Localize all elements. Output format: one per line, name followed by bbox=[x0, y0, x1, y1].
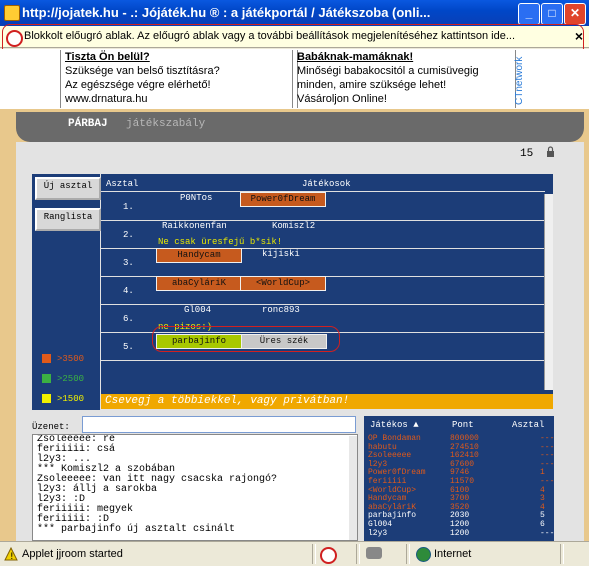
table-number: 3. bbox=[123, 258, 134, 268]
table-number: 1. bbox=[123, 202, 134, 212]
divider bbox=[560, 544, 564, 564]
legend-item: >2500 bbox=[42, 374, 84, 384]
window-title: http://jojatek.hu - .: Jójáték.hu ® : a … bbox=[22, 5, 431, 20]
table-number: 6. bbox=[123, 314, 134, 324]
status-bar: ! Applet jjroom started Internet bbox=[0, 541, 589, 566]
col-header-table: Asztal bbox=[106, 179, 139, 189]
ad-banner: Tiszta Ön belül? Szüksége van belső tisz… bbox=[0, 49, 589, 109]
player-seat[interactable]: P0NTos bbox=[180, 192, 212, 205]
ad-network-logo[interactable]: CTnetwork bbox=[512, 51, 526, 107]
popup-blocked-status-icon[interactable] bbox=[320, 547, 337, 564]
table-number: 4. bbox=[123, 286, 134, 296]
legend-swatch bbox=[42, 374, 51, 384]
room-counter: 15 bbox=[520, 148, 534, 160]
table-number: 2. bbox=[123, 230, 134, 240]
chat-log[interactable]: Zsoleeeee: re feriiiii: csá l2y3: ... *** K… bbox=[32, 434, 358, 541]
svg-text:!: ! bbox=[10, 552, 14, 561]
legend-label: >1500 bbox=[57, 394, 85, 404]
table-number: 5. bbox=[123, 342, 134, 352]
new-table-button[interactable]: Új asztal bbox=[35, 177, 101, 200]
message-label: Üzenet: bbox=[32, 422, 70, 432]
col-header-players-table[interactable]: Asztal bbox=[512, 420, 544, 430]
player-seat[interactable]: <WorldCup> bbox=[240, 276, 326, 291]
close-window-button[interactable]: ✕ bbox=[564, 3, 586, 25]
lock-icon bbox=[547, 146, 554, 157]
legend-label: >2500 bbox=[57, 374, 85, 384]
table-row[interactable]: 4. abaCyláriK <WorldCup> bbox=[101, 276, 545, 305]
chat-banner-text: Csevegj a többiekkel, vagy privátban! bbox=[105, 395, 350, 407]
minimize-button[interactable]: _ bbox=[518, 3, 540, 25]
table-row[interactable]: 1. P0NTos Power0fDream bbox=[101, 192, 545, 221]
ad-right-line: minden, amire szüksége lehet! bbox=[297, 79, 447, 91]
player-seat[interactable]: Gl004 bbox=[184, 304, 211, 317]
legend-swatch bbox=[42, 394, 51, 404]
legend-label: >3500 bbox=[57, 354, 85, 364]
ad-left-title[interactable]: Tiszta Ön belül? bbox=[65, 50, 297, 64]
player-seat[interactable]: ronc893 bbox=[262, 304, 300, 317]
player-seat[interactable]: Power0fDream bbox=[240, 192, 326, 207]
ad-right-line: Minőségi babakocsitól a cumisüvegig bbox=[297, 65, 479, 77]
tab-rules[interactable]: játékszabály bbox=[126, 118, 205, 130]
player-row[interactable]: l2y3 1200 --- bbox=[368, 528, 554, 538]
legend-swatch bbox=[42, 354, 51, 364]
table-row[interactable]: 3. Handycam kijiski bbox=[101, 248, 545, 277]
divider bbox=[312, 544, 316, 564]
internet-globe-icon bbox=[416, 547, 431, 562]
player-seat[interactable]: kijiski bbox=[262, 248, 300, 261]
warning-icon: ! bbox=[4, 547, 18, 561]
col-header-players: Játékosok bbox=[302, 179, 351, 189]
status-text: Applet jjroom started bbox=[22, 548, 123, 560]
chat-line: *** parbajinfo új asztalt csinált bbox=[37, 524, 236, 535]
ie-page-icon bbox=[4, 5, 20, 21]
ad-right-title[interactable]: Babáknak-mamáknak! bbox=[297, 50, 515, 64]
left-panel: Új asztal Ranglista >3500 >2500 >1500 bbox=[32, 174, 101, 410]
player-seat[interactable]: Raikkonenfan bbox=[162, 220, 227, 233]
page-subheader bbox=[16, 142, 584, 168]
window-title-bar[interactable]: http://jojatek.hu - .: Jójáték.hu ® : a … bbox=[0, 0, 589, 26]
divider bbox=[406, 544, 410, 564]
zone-label: Internet bbox=[434, 548, 472, 560]
ad-left[interactable]: Tiszta Ön belül? Szüksége van belső tisz… bbox=[60, 50, 298, 108]
col-header-player[interactable]: Játékos ▲ bbox=[370, 420, 419, 430]
ranking-button[interactable]: Ranglista bbox=[35, 208, 101, 231]
highlight-outline bbox=[152, 326, 340, 352]
legend-item: >3500 bbox=[42, 354, 84, 364]
message-input[interactable] bbox=[82, 416, 356, 433]
ad-left-line: www.drnatura.hu bbox=[65, 93, 148, 105]
ad-right[interactable]: Babáknak-mamáknak! Minőségi babakocsitól… bbox=[292, 50, 516, 108]
legend-item: >1500 bbox=[42, 394, 84, 404]
chat-banner: Csevegj a többiekkel, vagy privátban! bbox=[101, 394, 553, 409]
tables-scrollbar[interactable] bbox=[544, 194, 553, 390]
col-header-points[interactable]: Pont bbox=[452, 420, 474, 430]
tab-parbaj[interactable]: PÁRBAJ bbox=[68, 118, 108, 130]
maximize-button[interactable]: □ bbox=[541, 3, 563, 25]
ad-network-label: CTnetwork bbox=[514, 56, 525, 105]
player-points: 1200 bbox=[450, 528, 470, 538]
ad-left-line: Az egészsége végre elérhető! bbox=[65, 79, 211, 91]
player-name: l2y3 bbox=[368, 528, 388, 538]
player-seat[interactable]: Komiszl2 bbox=[272, 220, 315, 233]
chat-scrollbar[interactable] bbox=[349, 436, 357, 540]
ad-left-line: Szüksége van belső tisztításra? bbox=[65, 65, 220, 77]
player-seat[interactable]: abaCyláriK bbox=[156, 276, 242, 291]
player-seat[interactable]: Handycam bbox=[156, 248, 242, 263]
player-table: --- bbox=[540, 528, 555, 538]
privacy-icon[interactable] bbox=[366, 547, 382, 559]
divider bbox=[356, 544, 360, 564]
ad-right-line: Vásároljon Online! bbox=[297, 93, 387, 105]
table-message: Ne csak üresfejű b*sik! bbox=[158, 237, 283, 247]
